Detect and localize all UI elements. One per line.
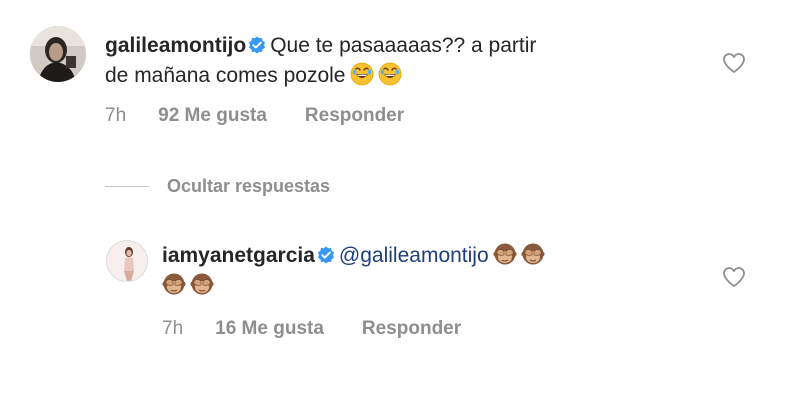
hide-replies-label: Ocultar respuestas (167, 175, 331, 196)
reply-time: 7h (162, 318, 184, 339)
reply-username[interactable]: iamyanetgarcia (162, 244, 315, 267)
rolling-on-floor-laughing-emoji (378, 62, 402, 86)
hide-replies-toggle[interactable]: Ocultar respuestas (105, 174, 330, 198)
avatar-galileamontijo[interactable] (30, 26, 86, 82)
comment-likes-count[interactable]: 92 Me gusta (158, 105, 267, 126)
comment-time: 7h (105, 105, 127, 126)
like-heart-icon[interactable] (722, 266, 746, 288)
see-no-evil-monkey-emoji (521, 242, 545, 266)
see-no-evil-monkey-emoji (493, 242, 517, 266)
reply-mention-link[interactable]: @galileamontijo (339, 244, 489, 267)
reply-reply-button[interactable]: Responder (362, 318, 461, 339)
comment-username[interactable]: galileamontijo (105, 34, 246, 57)
like-heart-icon[interactable] (722, 52, 746, 74)
verified-badge-icon (248, 36, 266, 54)
comment-text-line2: de mañana comes pozole (105, 64, 346, 87)
see-no-evil-monkey-emoji (162, 272, 186, 296)
hide-replies-divider (105, 185, 149, 187)
comment-meta: 7h 92 Me gusta Responder (105, 105, 404, 127)
see-no-evil-monkey-emoji (190, 272, 214, 296)
reply-meta: 7h 16 Me gusta Responder (162, 318, 461, 340)
verified-badge-icon (317, 246, 335, 264)
comment-reply-button[interactable]: Responder (305, 105, 404, 126)
reply-text: iamyanetgarcia @galileamontijo (162, 241, 545, 301)
rolling-on-floor-laughing-emoji (350, 62, 374, 86)
reply-likes-count[interactable]: 16 Me gusta (215, 318, 324, 339)
comment-text: galileamontijo Que te pasaaaaas?? a parti… (105, 31, 536, 91)
avatar-iamyanetgarcia[interactable] (106, 240, 148, 282)
comments-thread: galileamontijo Que te pasaaaaas?? a parti… (0, 0, 800, 402)
comment-text-line1: Que te pasaaaaas?? a partir (270, 34, 537, 57)
